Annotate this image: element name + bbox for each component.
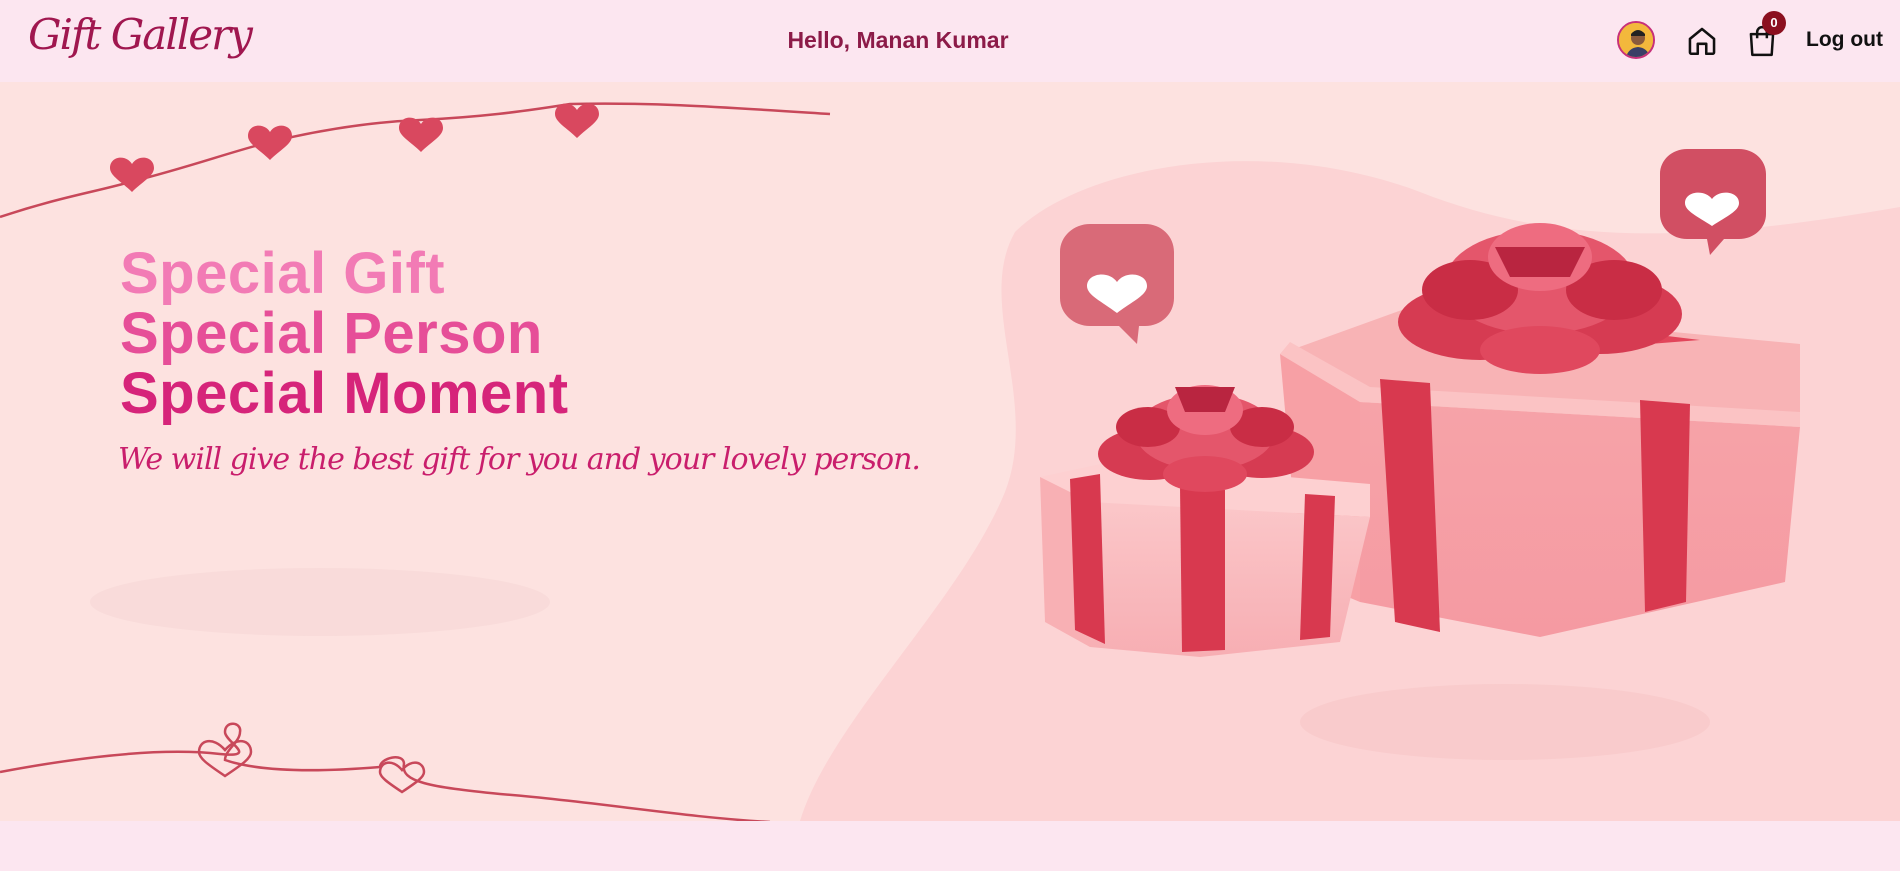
home-icon[interactable] (1685, 24, 1719, 58)
avatar[interactable] (1617, 21, 1655, 59)
hero-tagline: We will give the best gift for you and y… (118, 442, 921, 477)
heart-icon (110, 103, 599, 192)
cart-count-badge: 0 (1762, 11, 1786, 35)
hero-banner: Special Gift Special Person Special Mome… (0, 82, 1900, 821)
navbar: Gift Gallery Hello, Manan Kumar 0 Log ou… (0, 0, 1900, 82)
headline-line-1: Special Gift (120, 241, 446, 306)
logout-button[interactable]: Log out (1806, 28, 1883, 52)
headline-line-3: Special Moment (120, 361, 569, 426)
greeting-text: Hello, Manan Kumar (787, 27, 1009, 53)
headline-line-2: Special Person (120, 301, 543, 366)
